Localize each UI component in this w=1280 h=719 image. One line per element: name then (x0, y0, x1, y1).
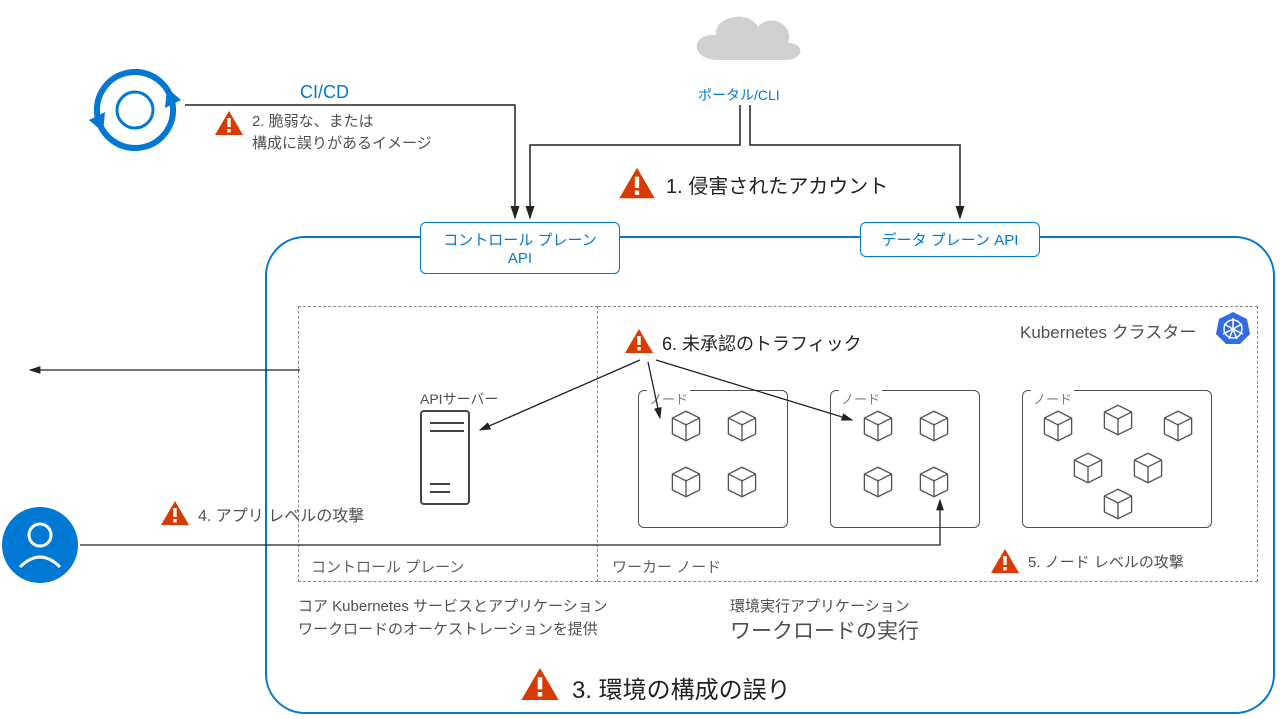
worker-desc-1: 環境実行アプリケーション (730, 595, 910, 616)
worker-section-label: ワーカー ノード (612, 556, 721, 577)
node-1: ノード (638, 390, 788, 528)
data-plane-api-box: データ プレーン API (860, 222, 1040, 257)
cicd-icon (85, 60, 185, 160)
control-desc-1: コア Kubernetes サービスとアプリケーション (298, 595, 608, 616)
api-server-icon (420, 410, 470, 505)
node-2: ノード (830, 390, 980, 528)
control-plane-api-box: コントロール プレーン API (420, 222, 620, 274)
portal-label: ポータル/CLI (698, 85, 780, 105)
warning-icon (990, 548, 1020, 574)
warning-icon (618, 166, 656, 200)
warning-icon (214, 110, 244, 136)
cloud-icon (680, 5, 810, 80)
threat-2-line2: 構成に誤りがあるイメージ (252, 132, 432, 153)
control-desc-2: ワークロードのオーケストレーションを提供 (298, 618, 598, 639)
threat-6: 6. 未承認のトラフィック (662, 330, 862, 356)
warning-icon (624, 328, 654, 354)
warning-icon (160, 500, 190, 526)
threat-1: 1. 侵害されたアカウント (666, 170, 888, 199)
node-label: ノード (839, 389, 882, 408)
threat-5: 5. ノード レベルの攻撃 (1028, 551, 1184, 572)
threat-2-line1: 2. 脆弱な、または (252, 110, 374, 131)
node-3: ノード (1022, 390, 1212, 528)
warning-icon (520, 666, 560, 702)
control-plane-section-label: コントロール プレーン (311, 556, 464, 577)
cicd-label: CI/CD (300, 82, 349, 103)
worker-desc-2: ワークロードの実行 (730, 615, 919, 645)
threat-4: 4. アプリ レベルの攻撃 (198, 502, 364, 526)
threat-3: 3. 環境の構成の誤り (572, 670, 791, 705)
api-server-label: APIサーバー (420, 389, 498, 409)
node-label: ノード (1031, 389, 1074, 408)
user-icon (0, 505, 80, 585)
node-label: ノード (647, 389, 690, 408)
